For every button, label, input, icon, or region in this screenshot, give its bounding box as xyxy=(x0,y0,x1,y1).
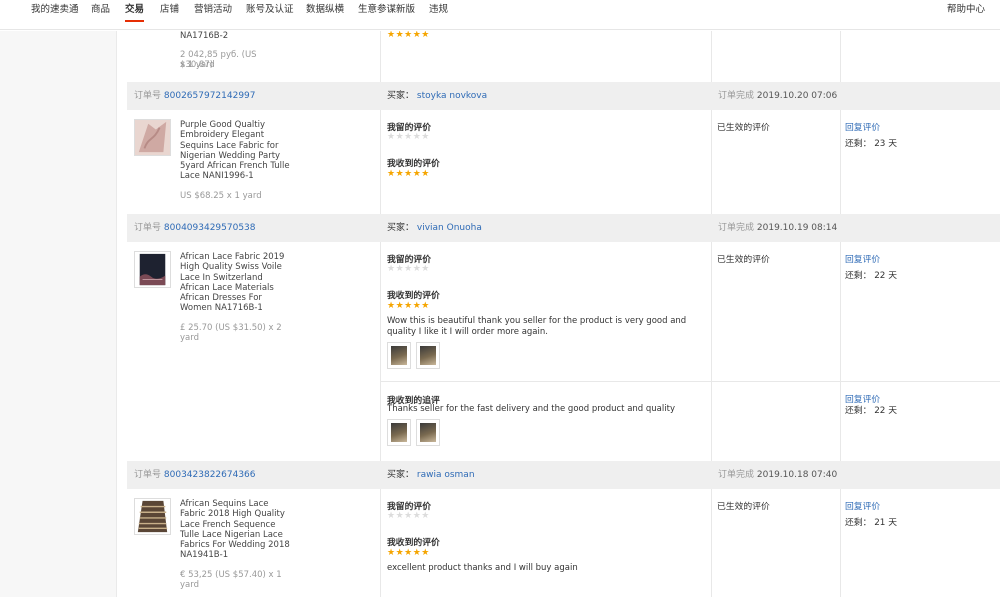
product-title[interactable]: African Sequins Lace Fabric 2018 High Qu… xyxy=(180,499,292,561)
left-panel xyxy=(0,31,117,597)
review-photo[interactable] xyxy=(387,419,411,446)
divider xyxy=(711,242,712,461)
product-title[interactable]: Purple Good Qualtiy Embroidery Elegant S… xyxy=(180,120,292,182)
buyer-info: 买家： stoyka novkova xyxy=(387,91,488,101)
received-review-stars: ★★★★★ xyxy=(387,548,430,558)
divider xyxy=(380,110,381,214)
divider xyxy=(711,31,712,82)
my-review-stars: ★★★★★ xyxy=(387,264,430,274)
nav-data[interactable]: 数据纵横 xyxy=(306,0,344,22)
product-title[interactable]: African Lace Fabric 2019 High Quality Sw… xyxy=(180,252,292,314)
divider xyxy=(840,110,841,214)
star-rating: ★★★★★ xyxy=(387,31,430,40)
order-number: 订单号 8003423822674366 xyxy=(134,470,256,480)
product-title: NA1716B-2 xyxy=(180,31,229,41)
buyer-info: 买家： vivian Onuoha xyxy=(387,223,482,233)
received-review-label: 我收到的评价 xyxy=(387,159,440,169)
time-remaining: 还剩： 23 天 xyxy=(845,139,897,149)
divider xyxy=(711,110,712,214)
my-review-stars: ★★★★★ xyxy=(387,511,430,521)
divider xyxy=(380,31,381,82)
nav-store[interactable]: 店铺 xyxy=(160,0,179,22)
order-number-link[interactable]: 8002657972142997 xyxy=(164,91,256,101)
top-nav: 我的速卖通 商品 交易 店铺 营销活动 账号及认证 数据纵横 生意参谋新版 违规… xyxy=(0,0,1000,30)
help-center-link[interactable]: 帮助中心 xyxy=(947,0,985,22)
nav-my-aliexpress[interactable]: 我的速卖通 xyxy=(31,0,79,22)
time-remaining: 还剩： 21 天 xyxy=(845,518,897,528)
product-qty: x 1 yard xyxy=(180,60,215,70)
order-complete-time: 订单完成 2019.10.19 08:14 xyxy=(718,223,838,233)
divider xyxy=(840,489,841,597)
review-photo[interactable] xyxy=(416,419,440,446)
review-photo[interactable] xyxy=(387,342,411,369)
order-number-link[interactable]: 8004093429570538 xyxy=(164,223,256,233)
divider xyxy=(840,31,841,82)
order-header: 订单号 8002657972142997 买家： stoyka novkova … xyxy=(127,82,1000,110)
order-number-link[interactable]: 8003423822674366 xyxy=(164,470,256,480)
received-review-stars: ★★★★★ xyxy=(387,169,430,179)
order-number: 订单号 8002657972142997 xyxy=(134,91,256,101)
order-number: 订单号 8004093429570538 xyxy=(134,223,256,233)
buyer-info: 买家： rawia osman xyxy=(387,470,475,480)
nav-violations[interactable]: 违规 xyxy=(429,0,448,22)
product-image[interactable] xyxy=(134,498,171,535)
followup-review-text: Thanks seller for the fast delivery and … xyxy=(387,404,675,414)
my-review-stars: ★★★★★ xyxy=(387,132,430,142)
reply-review-link[interactable]: 回复评价 xyxy=(845,499,880,512)
divider xyxy=(380,489,381,597)
review-text: Wow this is beautiful thank you seller f… xyxy=(387,316,687,337)
reply-review-link[interactable]: 回复评价 xyxy=(845,252,880,265)
product-image[interactable] xyxy=(134,119,171,156)
received-review-label: 我收到的评价 xyxy=(387,291,440,301)
received-review-label: 我收到的评价 xyxy=(387,538,440,548)
order-header: 订单号 8004093429570538 买家： vivian Onuoha 订… xyxy=(127,214,1000,242)
orders-list: NA1716B-2 2 042,85 руб. (US $30.87) x 1 … xyxy=(117,31,1000,597)
nav-business-advisor[interactable]: 生意参谋新版 xyxy=(358,0,415,22)
review-text: excellent product thanks and I will buy … xyxy=(387,563,578,573)
nav-trade[interactable]: 交易 xyxy=(125,0,145,22)
product-price: € 53,25 (US $57.40) x 1 yard xyxy=(180,570,282,591)
divider xyxy=(380,242,381,461)
buyer-name-link[interactable]: rawia osman xyxy=(417,470,475,480)
order-complete-time: 订单完成 2019.10.20 07:06 xyxy=(718,91,838,101)
order-complete-time: 订单完成 2019.10.18 07:40 xyxy=(718,470,838,480)
product-price: £ 25.70 (US $31.50) x 2 yard xyxy=(180,323,282,344)
nav-products[interactable]: 商品 xyxy=(91,0,110,22)
divider xyxy=(711,489,712,597)
review-photo[interactable] xyxy=(416,342,440,369)
buyer-name-link[interactable]: vivian Onuoha xyxy=(417,223,482,233)
time-remaining: 还剩： 22 天 xyxy=(845,271,897,281)
product-image[interactable] xyxy=(134,251,171,288)
reply-review-link[interactable]: 回复评价 xyxy=(845,120,880,133)
nav-account[interactable]: 账号及认证 xyxy=(246,0,294,22)
nav-marketing[interactable]: 营销活动 xyxy=(194,0,232,22)
product-price: US $68.25 x 1 yard xyxy=(180,191,262,201)
review-status: 已生效的评价 xyxy=(717,255,770,265)
divider xyxy=(380,381,1000,382)
followup-time-remaining: 还剩： 22 天 xyxy=(845,406,897,416)
review-status: 已生效的评价 xyxy=(717,123,770,133)
order-header: 订单号 8003423822674366 买家： rawia osman 订单完… xyxy=(127,461,1000,489)
review-status: 已生效的评价 xyxy=(717,502,770,512)
divider xyxy=(840,242,841,461)
buyer-name-link[interactable]: stoyka novkova xyxy=(417,91,487,101)
received-review-stars: ★★★★★ xyxy=(387,301,430,311)
